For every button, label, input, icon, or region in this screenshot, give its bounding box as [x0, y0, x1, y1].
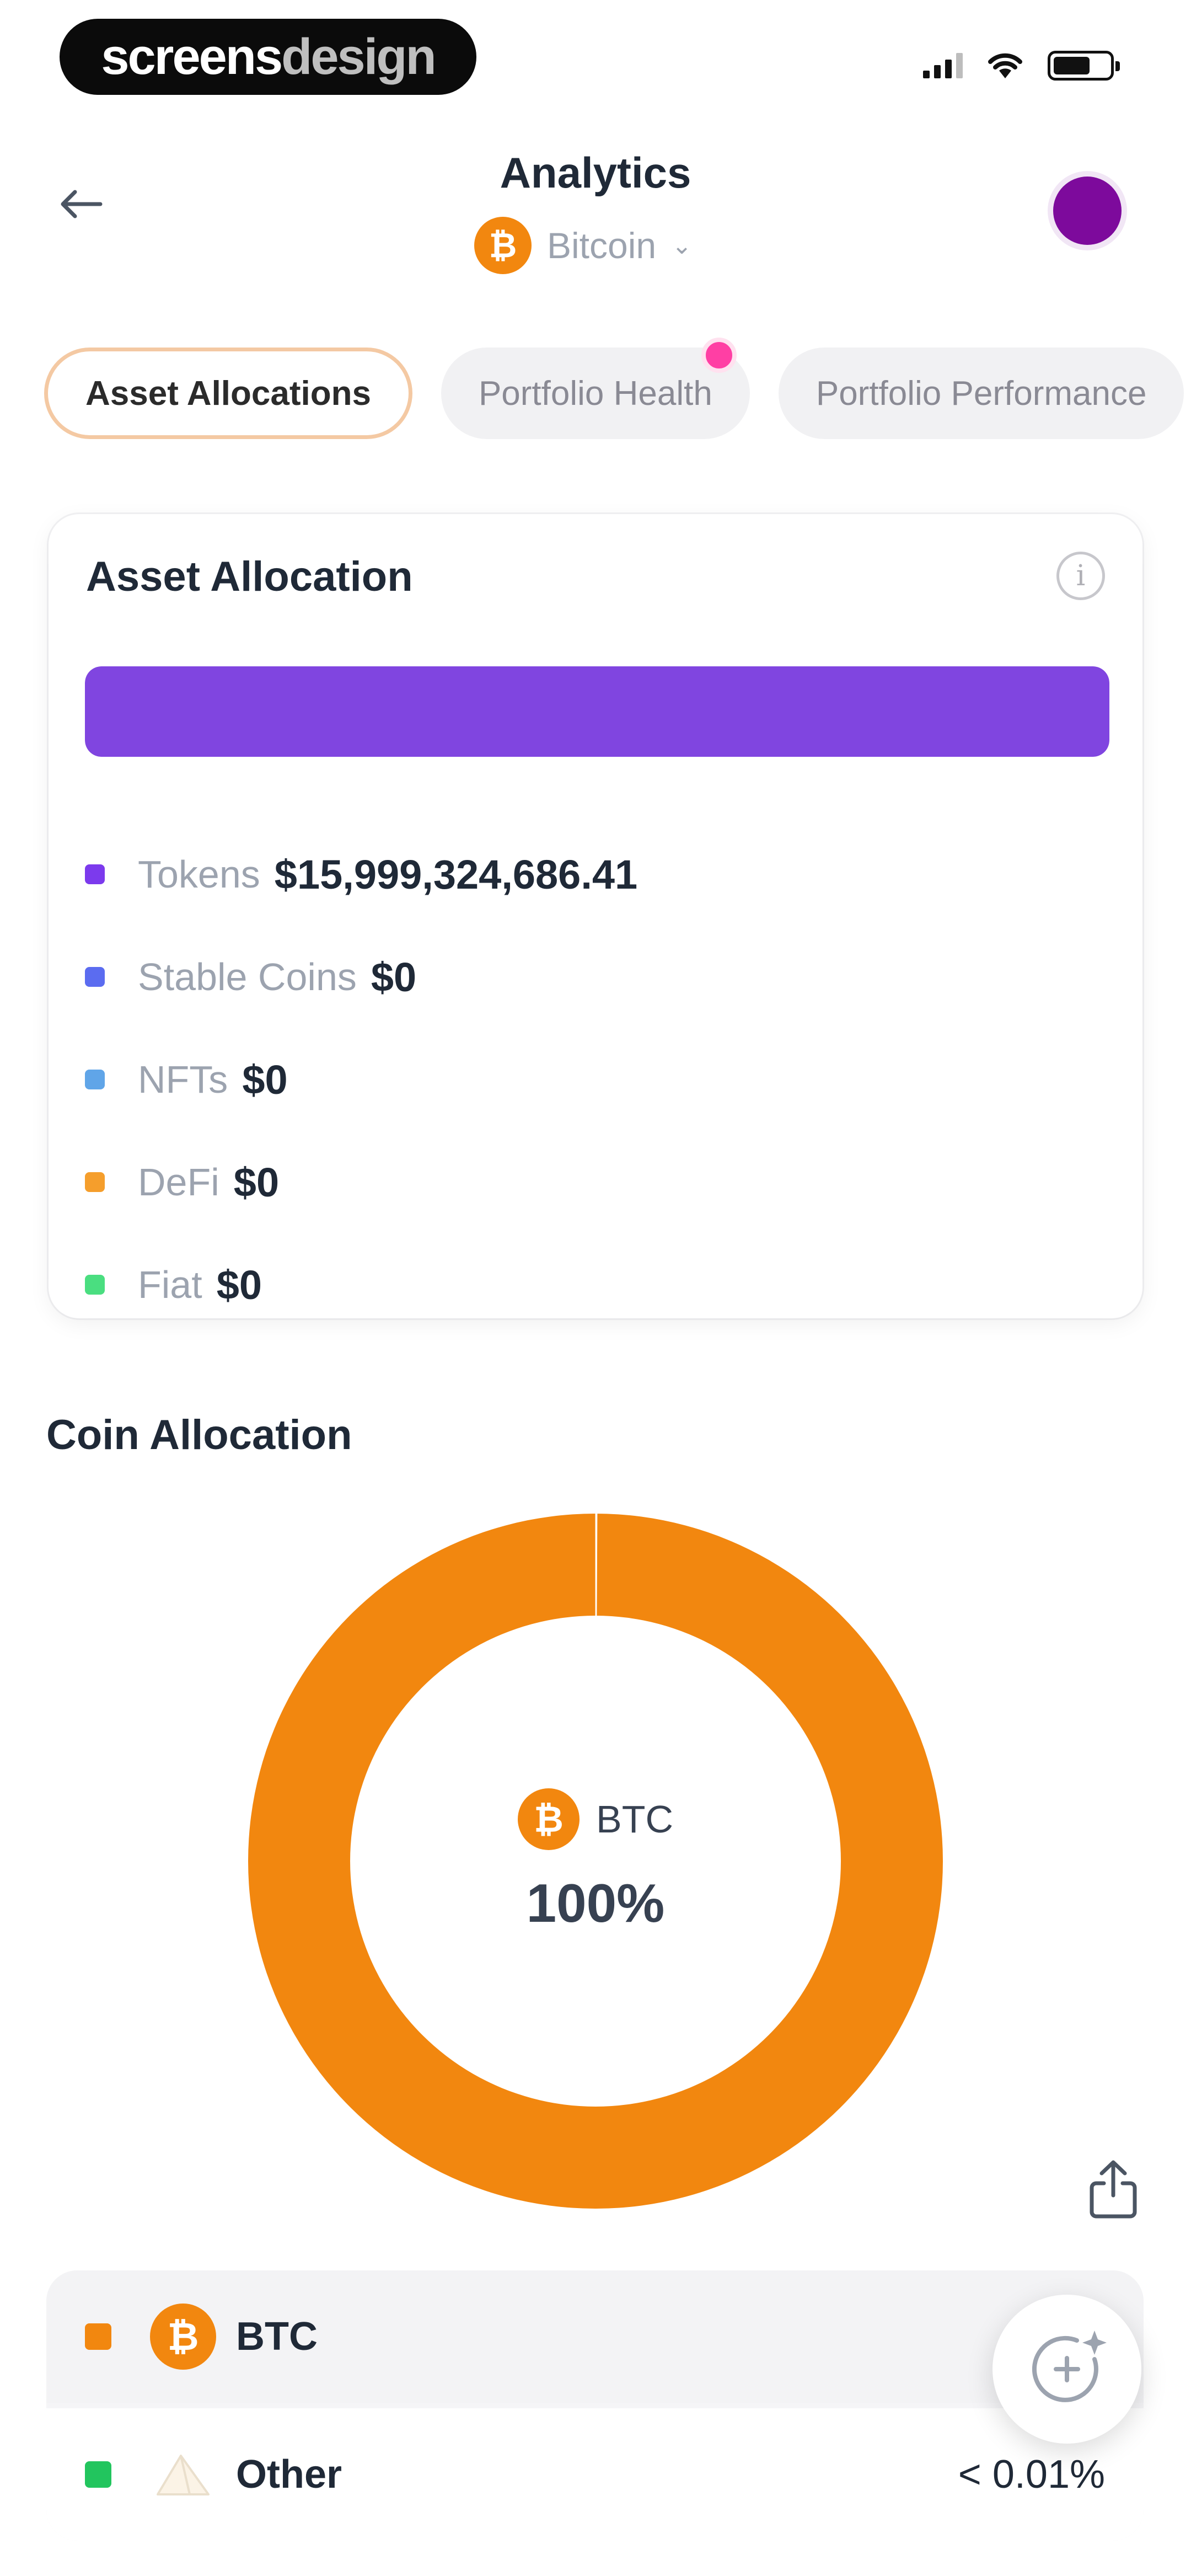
coin-row-btc[interactable]: ₿ BTC [46, 2270, 1144, 2403]
tab-label: Portfolio Health [478, 374, 712, 413]
tab-portfolio-health[interactable]: Portfolio Health [441, 338, 750, 439]
legend-label: Fiat [138, 1263, 202, 1306]
brand-logo-part2: design [281, 28, 436, 85]
legend-label: NFTs [138, 1058, 228, 1101]
coin-row-name: Other [236, 2452, 342, 2497]
legend-color-swatch [85, 1275, 105, 1295]
chevron-down-icon: ⌄ [672, 232, 692, 259]
asset-allocation-bar [85, 666, 1109, 757]
coin-selector[interactable]: ₿ Bitcoin ⌄ [474, 215, 692, 276]
legend-item-defi: DeFi $0 [85, 1131, 1105, 1233]
asset-allocation-title: Asset Allocation [86, 553, 413, 600]
share-icon [1090, 2160, 1137, 2219]
status-icons [923, 51, 1120, 81]
legend-color-swatch [85, 967, 105, 987]
coin-row-other[interactable]: Other < 0.01% [46, 2408, 1144, 2541]
legend-color-swatch [85, 864, 105, 884]
analytics-tabs: Asset Allocations Portfolio Health Portf… [44, 338, 1191, 441]
share-button[interactable] [1083, 2151, 1144, 2228]
sparkle-assistant-icon [1032, 2331, 1107, 2402]
legend-value: $0 [242, 1056, 288, 1103]
coin-row-name: BTC [236, 2315, 318, 2359]
tab-asset-allocations[interactable]: Asset Allocations [44, 348, 412, 439]
legend-value: $0 [233, 1159, 280, 1205]
legend-label: Stable Coins [138, 955, 357, 998]
donut-center-symbol: BTC [596, 1797, 673, 1841]
bitcoin-icon: ₿ [150, 2304, 216, 2370]
bitcoin-icon: ₿ [474, 217, 532, 274]
legend-value: $15,999,324,686.41 [274, 851, 638, 897]
brand-logo: screens design [60, 19, 476, 95]
battery-icon [1048, 51, 1120, 81]
legend-label: DeFi [138, 1161, 219, 1204]
info-icon[interactable]: i [1056, 552, 1105, 600]
allocation-bar-segment-tokens [85, 666, 1109, 757]
cellular-signal-icon [923, 53, 963, 78]
status-bar: screens design [0, 0, 1191, 110]
avatar[interactable] [1053, 177, 1122, 245]
legend-item-stable-coins: Stable Coins $0 [85, 926, 1105, 1028]
coin-color-swatch [85, 2323, 111, 2350]
legend-item-tokens: Tokens $15,999,324,686.41 [85, 823, 1105, 926]
wifi-icon [988, 53, 1022, 78]
legend-item-nfts: NFTs $0 [85, 1028, 1105, 1131]
legend-color-swatch [85, 1070, 105, 1089]
donut-center-percent: 100% [526, 1872, 665, 1933]
coin-color-swatch [85, 2461, 111, 2488]
legend-value: $0 [371, 954, 417, 1000]
asset-allocation-legend: Tokens $15,999,324,686.41 Stable Coins $… [85, 823, 1105, 1336]
page-title: Analytics [500, 148, 691, 197]
coin-row-percent: < 0.01% [958, 2452, 1105, 2497]
tab-label: Portfolio Performance [816, 374, 1147, 413]
tab-portfolio-performance[interactable]: Portfolio Performance [778, 348, 1184, 439]
tab-label: Asset Allocations [85, 374, 371, 413]
legend-value: $0 [216, 1262, 262, 1308]
coin-allocation-donut-chart: ₿ BTC 100% [246, 1511, 945, 2211]
ai-assistant-button[interactable] [993, 2295, 1141, 2444]
notification-badge [701, 338, 737, 373]
legend-item-fiat: Fiat $0 [85, 1233, 1105, 1336]
legend-label: Tokens [138, 853, 260, 896]
other-coins-icon [157, 2455, 210, 2495]
asset-allocation-card: Asset Allocation i Tokens $15,999,324,68… [49, 514, 1142, 1318]
donut-center-label: ₿ BTC 100% [246, 1511, 945, 2211]
coin-allocation-title: Coin Allocation [46, 1412, 352, 1458]
coin-selector-label: Bitcoin [547, 225, 657, 266]
legend-color-swatch [85, 1172, 105, 1192]
brand-logo-part1: screens [101, 28, 283, 85]
bitcoin-icon: ₿ [518, 1788, 580, 1850]
coin-allocation-list: ₿ BTC Other < 0.01% [46, 2270, 1144, 2541]
